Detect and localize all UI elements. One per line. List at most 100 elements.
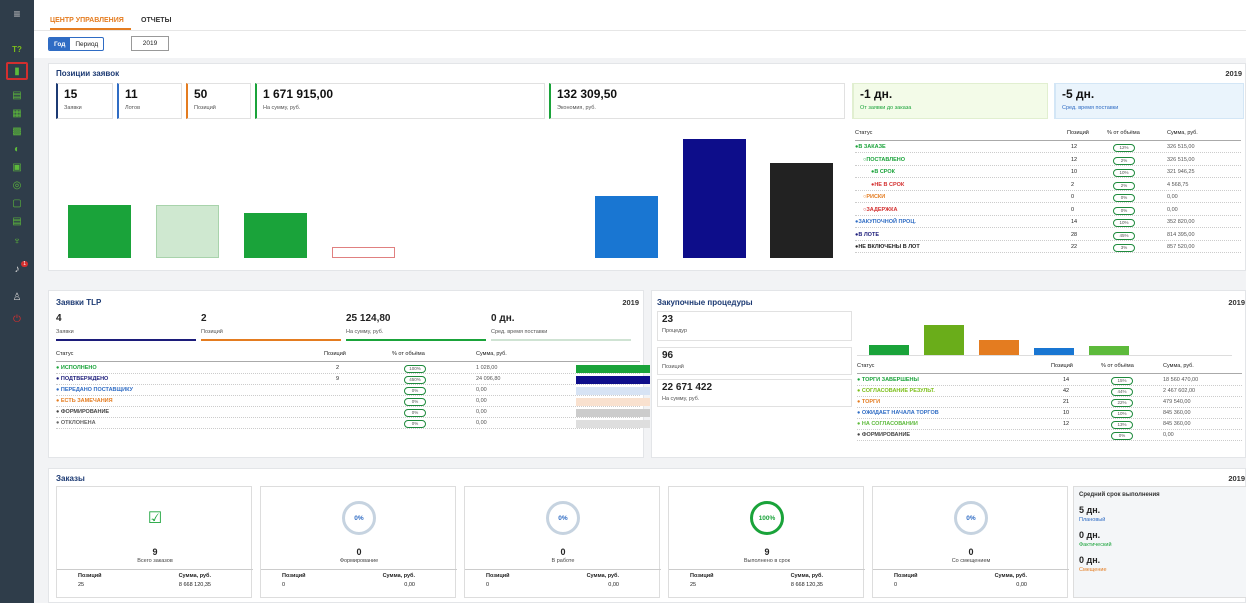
file-icon[interactable]: ▢ bbox=[6, 194, 28, 212]
avg-label: Фактический bbox=[1079, 542, 1112, 548]
table-row: ●В ЛОТЕ 28 45% 814 395,00 bbox=[855, 231, 1241, 241]
status-label: ●В СРОК bbox=[871, 169, 895, 175]
edit-icon[interactable]: ▦ bbox=[6, 104, 28, 122]
table-header: Сумма, руб. bbox=[1167, 130, 1198, 136]
table-row: ●В ЗАКАЗЕ 12 12% 326 515,00 bbox=[855, 143, 1241, 153]
pos-label: Позиций bbox=[486, 573, 510, 579]
card-value: 0 bbox=[356, 547, 362, 557]
procurement-kpi: 23 Процедур bbox=[657, 311, 852, 341]
handshake-icon[interactable]: ♆ bbox=[6, 232, 28, 250]
calendar-icon[interactable]: ▤ bbox=[6, 212, 28, 230]
kpi-label: Позиций bbox=[194, 105, 216, 111]
menu-icon[interactable]: ≡ bbox=[6, 5, 28, 23]
sum-label: Сумма, руб. bbox=[790, 573, 823, 579]
percent-pill: 0% bbox=[404, 398, 426, 406]
panel-title: Позиции заявок bbox=[56, 69, 120, 78]
percent-pill: 0% bbox=[404, 387, 426, 395]
card-value: 9 bbox=[152, 547, 158, 557]
document-icon[interactable]: ▣ bbox=[6, 158, 28, 176]
divider bbox=[261, 569, 457, 570]
order-card: 0% 0 В работе Позиций Сумма, руб. 0 0,00 bbox=[464, 486, 661, 598]
status-label: ●В ЗАКАЗЕ bbox=[855, 144, 886, 150]
table-header: Сумма, руб. bbox=[1163, 363, 1194, 369]
tab-reports[interactable]: ОТЧЕТЫ bbox=[141, 17, 171, 24]
year-toggle-button[interactable]: Год bbox=[49, 38, 71, 50]
sum-value: 0,00 bbox=[1167, 194, 1178, 200]
bar-savings bbox=[595, 196, 658, 258]
pos-value: 0 bbox=[894, 582, 898, 588]
year-select[interactable]: 2019 bbox=[131, 36, 169, 51]
kpi-label: От заявки до заказа bbox=[860, 105, 912, 111]
order-card: 0% 0 Формирование Позиций Сумма, руб. 0 0,00 bbox=[260, 486, 457, 598]
sum-value: 8 668 120,35 bbox=[178, 582, 211, 588]
table-header: Позиций bbox=[1067, 130, 1089, 136]
percent-pill: 45% bbox=[1113, 231, 1135, 240]
logout-icon[interactable]: ⏻ bbox=[6, 310, 28, 328]
sum-value: 0,00 bbox=[608, 582, 619, 588]
percent-pill: 0% bbox=[404, 409, 426, 417]
status-bar bbox=[576, 365, 650, 373]
settings-icon[interactable]: ◎ bbox=[6, 176, 28, 194]
tab-control-center[interactable]: ЦЕНТР УПРАВЛЕНИЯ bbox=[50, 17, 124, 24]
sum-label: Сумма, руб. bbox=[178, 573, 211, 579]
tlp-status-table: Статус Позиций % от объёма Сумма, руб. ● ИСП… bbox=[56, 347, 650, 457]
users-icon[interactable]: ◐ bbox=[6, 140, 28, 158]
brand-logo-icon[interactable]: T? bbox=[6, 40, 28, 58]
status-text: ФОРМИРОВАНИЕ bbox=[861, 432, 911, 438]
kpi-positions: 50 Позиций bbox=[186, 83, 251, 119]
sum-value: 321 946,25 bbox=[1167, 169, 1195, 175]
bar-in-lot bbox=[770, 163, 833, 258]
user-icon[interactable]: ♙ bbox=[6, 288, 28, 306]
status-bar bbox=[576, 409, 650, 417]
notification-badge: 1 bbox=[21, 261, 28, 267]
kpi-value: 50 bbox=[194, 87, 208, 101]
table-row: ● НА СОГЛАСОВАНИИ 12 13% 845 360,00 bbox=[857, 420, 1242, 430]
header-divider bbox=[56, 361, 640, 362]
status-label: ○ЗАДЕРЖКА bbox=[863, 207, 897, 213]
position-count: 14 bbox=[1063, 377, 1070, 383]
table-row: ●В СРОК 10 10% 321 946,25 bbox=[855, 168, 1241, 178]
header-divider bbox=[855, 140, 1241, 141]
pos-label: Позиций bbox=[894, 573, 918, 579]
sum-value: 845 360,00 bbox=[1163, 410, 1191, 416]
sum-value: 0,00 bbox=[1016, 582, 1027, 588]
status-label: ● ТОРГИ bbox=[857, 399, 880, 405]
status-label: ● СОГЛАСОВАНИЕ РЕЗУЛЬТ. bbox=[857, 388, 935, 394]
percent-pill: 15% bbox=[1111, 377, 1133, 385]
sum-value: 845 360,00 bbox=[1163, 421, 1191, 427]
position-count: 28 bbox=[1071, 231, 1078, 238]
status-text: НА СОГЛАСОВАНИИ bbox=[861, 421, 918, 427]
divider bbox=[873, 569, 1069, 570]
kpi-value: 132 309,50 bbox=[557, 87, 618, 101]
list-icon[interactable]: ▤ bbox=[6, 86, 28, 104]
kpi-days-order: -1 дн. От заявки до заказа bbox=[852, 83, 1048, 119]
sum-value: 8 668 120,35 bbox=[790, 582, 823, 588]
sum-value: 814 395,00 bbox=[1167, 231, 1195, 238]
kpi-value: 11 bbox=[125, 87, 138, 101]
kpi-label: Процедур bbox=[662, 328, 688, 334]
period-toggle-button[interactable]: Период bbox=[70, 38, 103, 50]
positions-panel: Позиции заявок 2019 15 Заявки 11 Лотов 50 П… bbox=[48, 63, 1246, 271]
dashboard-icon[interactable]: ▩ bbox=[6, 122, 28, 140]
tlp-kpi: 0 дн. Сред. время поставки bbox=[491, 313, 631, 341]
positions-chart bbox=[49, 124, 849, 262]
status-label: ●НЕ В СРОК bbox=[871, 182, 904, 188]
percent-pill: 0% bbox=[404, 420, 426, 428]
sum-value: 0,00 bbox=[476, 420, 487, 426]
bell-icon[interactable]: ♪ 1 bbox=[6, 260, 28, 278]
chart-bar-icon[interactable]: ▮ bbox=[6, 62, 28, 80]
pos-label: Позиций bbox=[282, 573, 306, 579]
status-text: ЗАКУПОЧНОЙ ПРОЦ. bbox=[858, 219, 916, 225]
percent-pill: 10% bbox=[1111, 410, 1133, 418]
status-label: ● ИСПОЛНЕНО bbox=[56, 365, 97, 371]
percent-pill: 450% bbox=[404, 376, 426, 384]
panel-title: Закупочные процедуры bbox=[657, 298, 753, 307]
status-text: В СРОК bbox=[874, 169, 896, 175]
kpi-label: На сумму, руб. bbox=[346, 329, 384, 335]
status-text: ФОРМИРОВАНИЕ bbox=[60, 409, 110, 415]
bar-lots bbox=[156, 205, 219, 258]
pos-value: 25 bbox=[78, 582, 85, 588]
panel-year: 2019 bbox=[622, 298, 639, 307]
bar-positions bbox=[244, 213, 307, 258]
sum-value: 0,00 bbox=[1167, 206, 1178, 213]
